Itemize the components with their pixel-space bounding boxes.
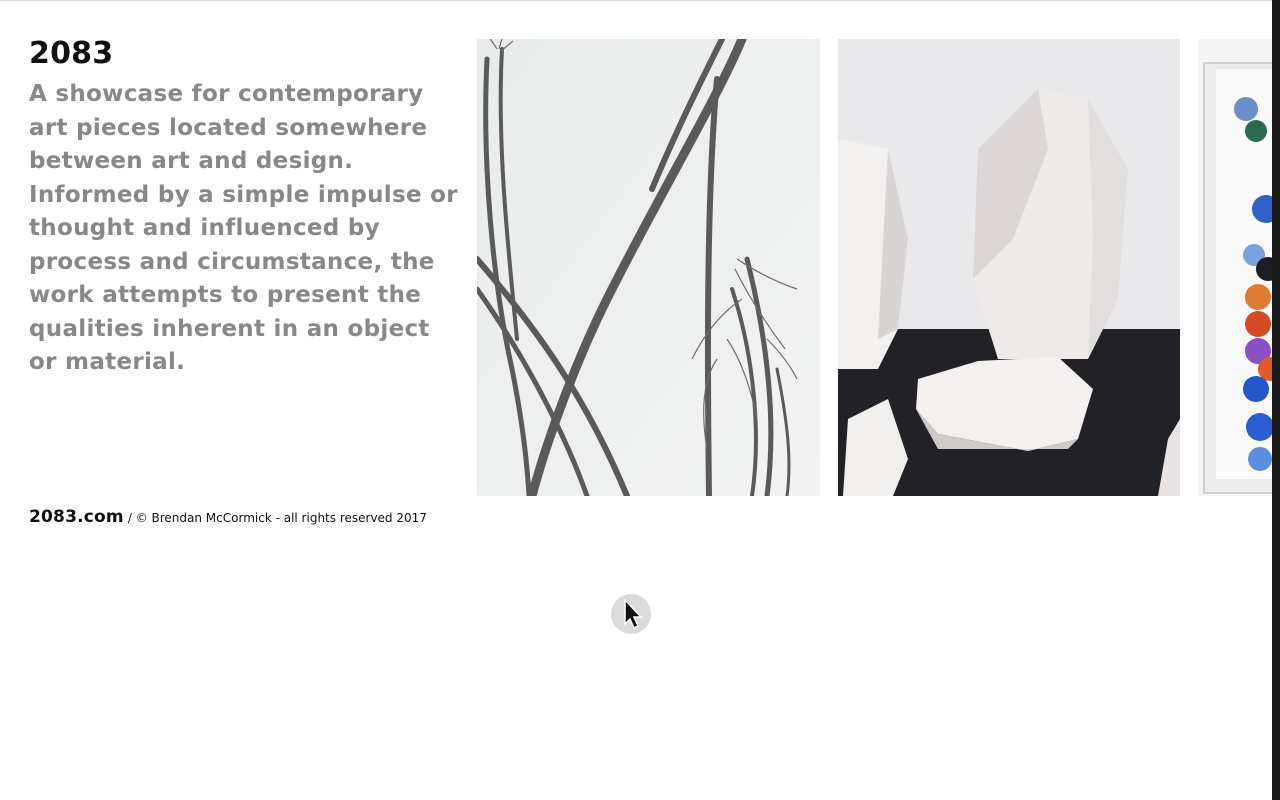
- gallery-image-discs[interactable]: [1198, 39, 1273, 496]
- branch-sculpture-image: [477, 39, 820, 496]
- site-title[interactable]: 2083: [29, 36, 459, 72]
- site-description: A showcase for contemporary art pieces l…: [29, 81, 458, 375]
- gallery-image-branch[interactable]: [477, 39, 820, 496]
- intro-section: 2083 A showcase for contemporary art pie…: [29, 36, 459, 380]
- top-divider: [0, 0, 1280, 1]
- stone-sculptures-image: [838, 39, 1180, 496]
- page: 2083 A showcase for contemporary art pie…: [0, 0, 1280, 800]
- mouse-cursor-icon: [609, 592, 653, 636]
- footer: 2083.com / © Brendan McCormick - all righ…: [29, 507, 427, 527]
- window-edge: [1272, 0, 1280, 800]
- gallery-image-stones[interactable]: [838, 39, 1180, 496]
- footer-domain-link[interactable]: 2083.com: [29, 507, 124, 527]
- colored-discs-image: [1198, 39, 1273, 496]
- footer-copyright: / © Brendan McCormick - all rights reser…: [127, 511, 427, 525]
